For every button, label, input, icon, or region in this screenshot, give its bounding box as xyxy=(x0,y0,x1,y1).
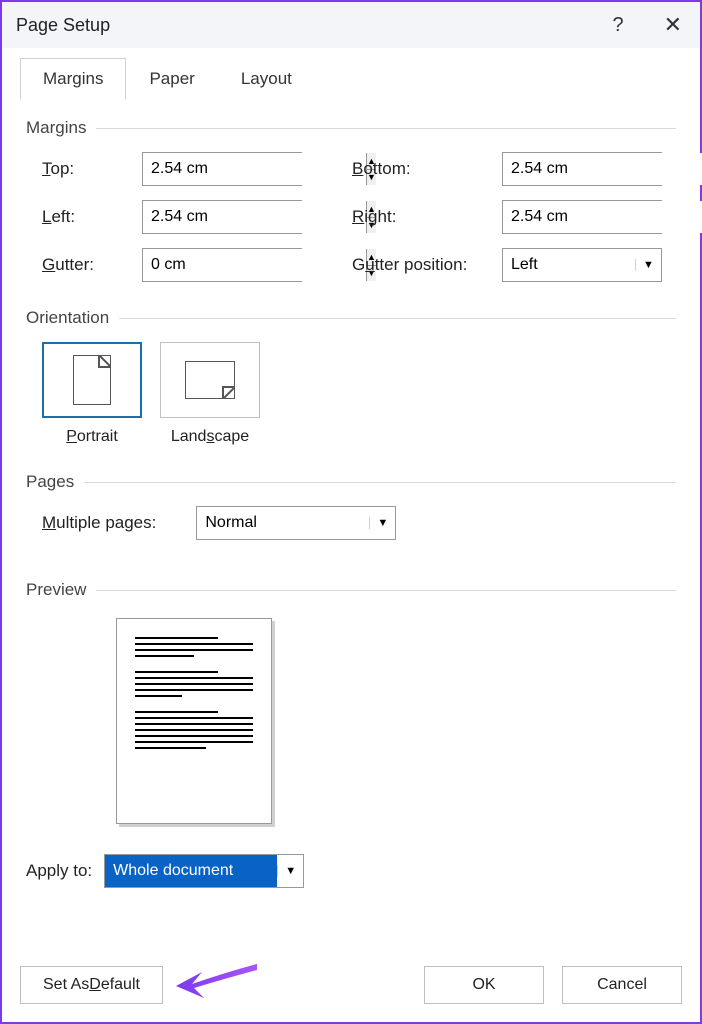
chevron-down-icon[interactable]: ▼ xyxy=(369,517,395,529)
gutter-position-label: Gutter position: xyxy=(352,255,502,275)
multiple-pages-label: Multiple pages: xyxy=(42,513,156,533)
chevron-down-icon[interactable]: ▼ xyxy=(635,259,661,271)
orientation-group-label: Orientation xyxy=(26,308,676,328)
right-spinner[interactable]: ▲▼ xyxy=(502,200,662,234)
bottom-label: Bottom: xyxy=(352,159,502,179)
gutter-spinner[interactable]: ▲▼ xyxy=(142,248,302,282)
chevron-down-icon[interactable]: ▼ xyxy=(277,865,303,877)
preview-group-label: Preview xyxy=(26,580,676,600)
gutter-input[interactable] xyxy=(143,249,366,281)
right-label: Right: xyxy=(352,207,502,227)
top-label: Top: xyxy=(42,159,142,179)
tab-layout[interactable]: Layout xyxy=(218,58,315,100)
orientation-portrait[interactable]: Portrait xyxy=(42,342,142,446)
bottom-spinner[interactable]: ▲▼ xyxy=(502,152,662,186)
landscape-icon xyxy=(160,342,260,418)
left-label: Left: xyxy=(42,207,142,227)
pages-group-label: Pages xyxy=(26,472,676,492)
gutter-position-select[interactable]: Left ▼ xyxy=(502,248,662,282)
left-input[interactable] xyxy=(143,201,366,233)
margins-group-label: Margins xyxy=(26,118,676,138)
tab-paper[interactable]: Paper xyxy=(126,58,217,100)
multiple-pages-select[interactable]: Normal ▼ xyxy=(196,506,396,540)
dialog-title: Page Setup xyxy=(16,15,110,36)
bottom-input[interactable] xyxy=(503,153,702,185)
right-input[interactable] xyxy=(503,201,702,233)
top-spinner[interactable]: ▲▼ xyxy=(142,152,302,186)
top-input[interactable] xyxy=(143,153,366,185)
gutter-label: Gutter: xyxy=(42,255,142,275)
apply-to-label: Apply to: xyxy=(26,861,92,881)
help-icon[interactable]: ? xyxy=(612,14,623,37)
set-as-default-button[interactable]: Set As Default xyxy=(20,966,163,1004)
portrait-icon xyxy=(42,342,142,418)
preview-thumbnail xyxy=(116,618,272,824)
apply-to-select[interactable]: Whole document ▼ xyxy=(104,854,304,888)
close-icon[interactable]: ✕ xyxy=(664,12,682,38)
tab-margins[interactable]: Margins xyxy=(20,58,126,100)
left-spinner[interactable]: ▲▼ xyxy=(142,200,302,234)
cancel-button[interactable]: Cancel xyxy=(562,966,682,1004)
ok-button[interactable]: OK xyxy=(424,966,544,1004)
orientation-landscape[interactable]: Landscape xyxy=(160,342,260,446)
